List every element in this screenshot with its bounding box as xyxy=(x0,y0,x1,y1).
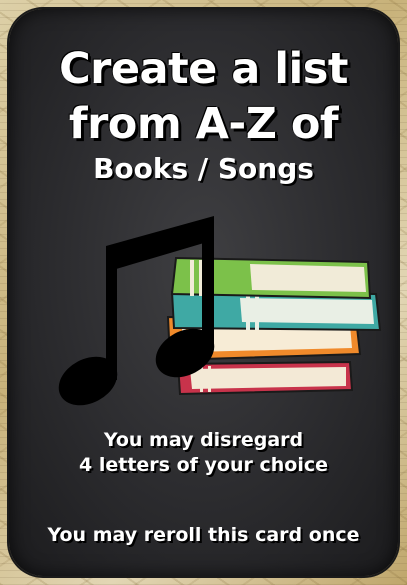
reroll-rule-text: You may reroll this card once xyxy=(47,524,360,546)
rule-text-line-1: You may disregard xyxy=(103,429,304,451)
rule-text-line-2: 4 letters of your choice xyxy=(79,454,328,476)
challenge-card-page: Create a list from A-Z of Books / Songs xyxy=(0,0,407,585)
card-illustration xyxy=(58,216,382,406)
card-title-line-1: Create a list xyxy=(59,44,348,94)
card-title-line-2: from A-Z of xyxy=(68,99,339,149)
red-book xyxy=(176,360,354,396)
book-stack-icon xyxy=(166,256,382,396)
green-book xyxy=(170,256,372,300)
card-subtitle: Books / Songs xyxy=(93,152,314,185)
